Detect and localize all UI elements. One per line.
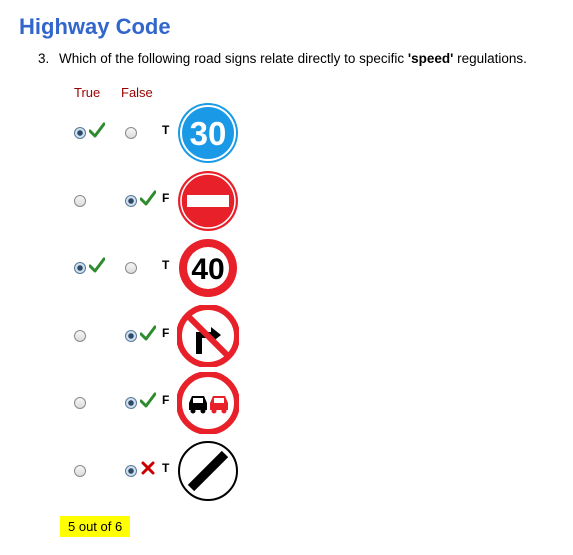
correct-answer-label: F xyxy=(162,326,170,340)
score-badge: 5 out of 6 xyxy=(60,516,131,537)
false-radio[interactable] xyxy=(125,195,137,207)
question-text: 3. Which of the following road signs rela… xyxy=(38,51,527,66)
correct-answer-label: T xyxy=(162,461,170,475)
no-overtaking-sign xyxy=(176,371,240,435)
answer-row: T xyxy=(0,440,573,502)
no-entry-sign xyxy=(177,170,239,232)
speed-limit-30-sign: 30 xyxy=(177,102,239,164)
question-keyword: 'speed' xyxy=(407,51,454,66)
answer-row: F xyxy=(0,170,573,232)
tick-icon xyxy=(88,121,106,139)
sign-number: 30 xyxy=(190,115,227,152)
true-radio[interactable] xyxy=(74,262,86,274)
correct-answer-label: T xyxy=(162,258,170,272)
page-title: Highway Code xyxy=(19,14,171,39)
answer-row: T 30 xyxy=(0,102,573,164)
tick-icon xyxy=(139,189,157,207)
speed-limit-40-sign: 40 xyxy=(177,237,239,299)
national-speed-limit-sign xyxy=(177,440,239,502)
no-right-turn-sign xyxy=(176,304,240,368)
answer-row: F xyxy=(0,371,573,435)
question-text-before: Which of the following road signs relate… xyxy=(59,51,408,66)
tick-icon xyxy=(88,256,106,274)
correct-answer-label: F xyxy=(162,191,170,205)
false-radio[interactable] xyxy=(125,330,137,342)
false-column-header: False xyxy=(121,85,153,100)
correct-answer-label: F xyxy=(162,393,170,407)
answer-row: F xyxy=(0,304,573,368)
true-radio[interactable] xyxy=(74,127,86,139)
false-radio[interactable] xyxy=(125,397,137,409)
question-number: 3. xyxy=(38,51,50,66)
true-radio[interactable] xyxy=(74,330,86,342)
tick-icon xyxy=(139,324,157,342)
true-radio[interactable] xyxy=(74,397,86,409)
false-radio[interactable] xyxy=(125,465,137,477)
sign-number: 40 xyxy=(191,253,224,286)
true-column-header: True xyxy=(74,85,101,100)
tick-icon xyxy=(139,391,157,409)
answer-row: T 40 xyxy=(0,237,573,299)
true-radio[interactable] xyxy=(74,465,86,477)
false-radio[interactable] xyxy=(125,262,137,274)
false-radio[interactable] xyxy=(125,127,137,139)
cross-icon xyxy=(140,459,156,477)
correct-answer-label: T xyxy=(162,123,170,137)
question-text-after: regulations. xyxy=(453,51,527,66)
true-radio[interactable] xyxy=(74,195,86,207)
